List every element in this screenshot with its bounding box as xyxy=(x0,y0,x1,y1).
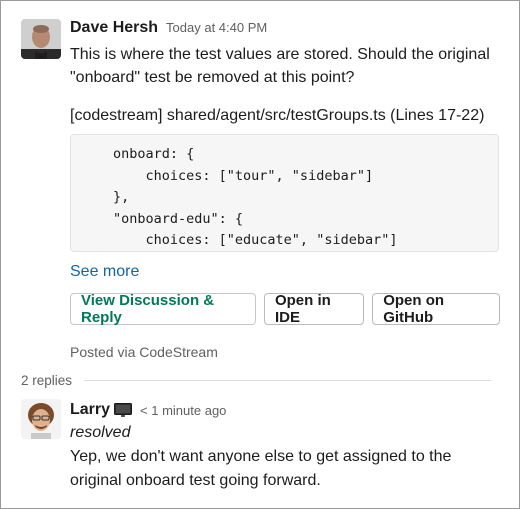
file-reference: [codestream] shared/agent/src/testGroups… xyxy=(70,107,485,124)
reply-header: Larry < 1 minute ago xyxy=(70,399,500,421)
reply-avatar-image xyxy=(21,399,61,439)
open-on-github-button[interactable]: Open on GitHub xyxy=(372,292,501,326)
open-in-ide-button[interactable]: Open in IDE xyxy=(263,292,365,326)
reply-avatar[interactable] xyxy=(21,399,61,439)
action-buttons: View Discussion & Reply Open in IDE Open… xyxy=(70,292,501,326)
code-block: onboard: { choices: ["tour", "sidebar"] … xyxy=(70,134,499,252)
resolved-status: resolved xyxy=(70,424,131,441)
divider-line xyxy=(84,379,491,381)
see-more-link[interactable]: See more xyxy=(70,260,139,283)
reply-timestamp[interactable]: < 1 minute ago xyxy=(140,403,226,418)
avatar[interactable] xyxy=(21,19,61,59)
monitor-icon xyxy=(114,402,133,418)
author-name[interactable]: Dave Hersh xyxy=(70,19,158,37)
avatar-image xyxy=(21,19,61,59)
code-line: }, xyxy=(113,189,130,205)
message-panel: Dave Hersh Today at 4:40 PM This is wher… xyxy=(0,0,520,509)
reply-body: Larry < 1 minute ago resolved Yep, we do… xyxy=(70,399,500,493)
reply-author-name[interactable]: Larry xyxy=(70,401,110,419)
replies-divider: 2 replies xyxy=(21,371,491,389)
message-body: Dave Hersh Today at 4:40 PM This is wher… xyxy=(70,19,501,360)
replies-count[interactable]: 2 replies xyxy=(21,373,72,388)
code-line: choices: ["tour", "sidebar"] xyxy=(113,167,374,184)
timestamp[interactable]: Today at 4:40 PM xyxy=(166,20,267,35)
message-header: Dave Hersh Today at 4:40 PM xyxy=(70,19,500,43)
code-line: choices: ["educate", "sidebar"] xyxy=(113,232,398,248)
posted-via-label: Posted via CodeStream xyxy=(70,344,218,360)
view-discussion-button[interactable]: View Discussion & Reply xyxy=(70,292,256,326)
message-text: This is where the test values are stored… xyxy=(70,46,490,86)
code-line: "onboard-edu": { xyxy=(113,210,244,227)
code-line: onboard: { xyxy=(113,146,195,162)
reply-text: Yep, we don't want anyone else to get as… xyxy=(70,448,452,489)
